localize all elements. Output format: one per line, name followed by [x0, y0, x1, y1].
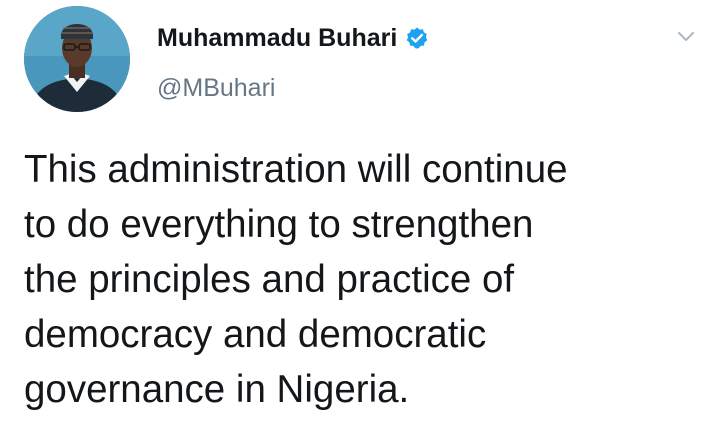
author-name-row: Muhammadu Buhari [157, 22, 429, 54]
tweet-card: Muhammadu Buhari @MBuhari This administr… [0, 0, 720, 431]
profile-photo-icon [24, 6, 130, 112]
author-display-name[interactable]: Muhammadu Buhari [157, 22, 397, 54]
verified-badge-icon [405, 26, 429, 50]
tweet-text: This administration will continue to do … [24, 148, 568, 411]
chevron-down-icon[interactable] [674, 24, 698, 48]
avatar[interactable] [24, 6, 130, 112]
author-handle[interactable]: @MBuhari [157, 72, 275, 104]
